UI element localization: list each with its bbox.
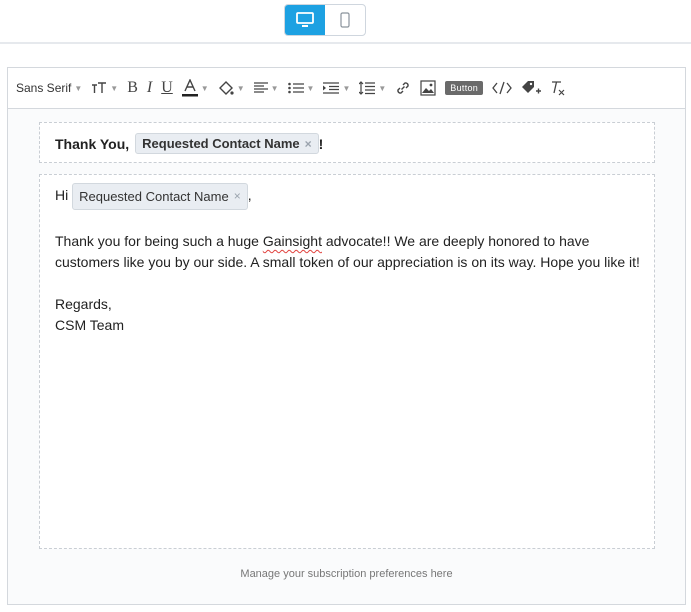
subject-line: Thank You, Requested Contact Name × ! [55,133,323,154]
contact-name-token[interactable]: Requested Contact Name × [135,133,319,154]
indent-icon [323,82,340,94]
paragraph-start: Thank you for being such a huge [55,233,263,249]
mobile-icon [340,12,350,28]
text-size-icon [92,82,107,93]
italic-button[interactable]: I [147,78,152,98]
greeting-prefix: Hi [55,187,69,204]
device-toggle [284,4,366,36]
underline-icon: U [161,79,173,96]
subject-block[interactable]: Thank You, Requested Contact Name × ! [39,122,655,163]
indent-dropdown[interactable]: ▼ [323,78,350,98]
chevron-down-icon: ▼ [342,83,351,93]
font-family-dropdown[interactable]: Sans Serif ▼ [16,78,82,98]
button-label: Button [445,81,484,95]
greeting-suffix: , [247,187,252,204]
editor-toolbar: Sans Serif ▼ ▼ B I U ▼ ▼ ▼ ▼ ▼ ▼ Button [8,68,685,109]
bullet-list-icon [287,82,304,94]
top-divider [0,42,691,44]
clear-formatting-button[interactable] [550,78,566,98]
align-left-icon [253,82,268,93]
line-height-icon [359,81,376,95]
greeting-line: Hi Requested Contact Name × , [55,183,640,210]
body-paragraph: Thank you for being such a huge Gainsigh… [55,231,640,273]
background-color-button[interactable]: ▼ [218,78,245,98]
subject-prefix: Thank You, [55,135,130,152]
bold-icon: B [127,79,138,96]
mobile-view-button[interactable] [325,5,365,35]
desktop-view-button[interactable] [285,5,325,35]
clear-format-icon [552,81,565,96]
image-icon [420,80,436,96]
remove-token-icon[interactable]: × [305,137,312,151]
signature-line: CSM Team [55,317,124,333]
subscription-footer[interactable]: Manage your subscription preferences her… [8,568,685,580]
email-editor: Sans Serif ▼ ▼ B I U ▼ ▼ ▼ ▼ ▼ ▼ Button … [7,67,686,605]
text-color-button[interactable]: ▼ [181,78,209,98]
chevron-down-icon: ▼ [110,83,119,93]
list-dropdown[interactable]: ▼ [287,78,315,98]
align-dropdown[interactable]: ▼ [253,78,279,98]
closing-line: Regards, [55,296,112,312]
chevron-down-icon: ▼ [378,83,387,93]
chevron-down-icon: ▼ [236,83,245,93]
misspelled-word[interactable]: Gainsight [263,233,322,249]
font-family-label: Sans Serif [16,81,72,95]
code-icon [492,81,512,95]
remove-token-icon[interactable]: × [234,186,241,207]
body-block[interactable]: Hi Requested Contact Name × , Thank you … [39,174,655,549]
contact-name-token[interactable]: Requested Contact Name × [72,183,248,210]
chevron-down-icon: ▼ [306,83,315,93]
insert-link-button[interactable] [395,78,411,98]
editor-canvas: Thank You, Requested Contact Name × ! Hi… [8,109,685,604]
token-label: Requested Contact Name [79,189,229,204]
insert-image-button[interactable] [420,78,436,98]
underline-button[interactable]: U [161,78,173,98]
chevron-down-icon: ▼ [200,83,209,93]
body-text: Hi Requested Contact Name × , Thank you … [55,183,640,336]
font-size-dropdown[interactable]: ▼ [91,78,118,98]
desktop-icon [296,12,314,27]
italic-icon: I [146,79,153,96]
subject-suffix: ! [318,135,324,152]
line-height-dropdown[interactable]: ▼ [359,78,386,98]
tag-plus-icon [522,81,542,94]
text-color-icon [181,79,198,97]
chevron-down-icon: ▼ [270,83,279,93]
source-code-button[interactable] [492,78,512,98]
add-token-button[interactable] [521,78,542,98]
token-label: Requested Contact Name [142,136,300,151]
chevron-down-icon: ▼ [74,83,83,93]
insert-button-button[interactable]: Button [445,78,484,98]
link-icon [397,82,409,94]
paint-bucket-icon [218,81,234,95]
bold-button[interactable]: B [127,78,138,98]
